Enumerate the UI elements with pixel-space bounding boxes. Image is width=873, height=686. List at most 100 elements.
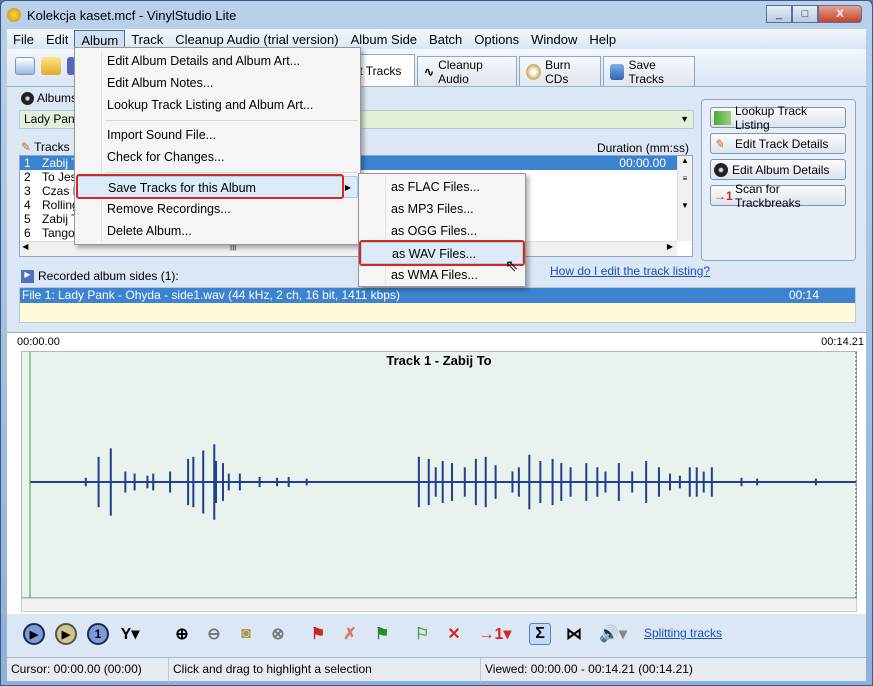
track-title: Zabij T — [42, 212, 79, 226]
tracks-label-text: Tracks — [34, 140, 70, 154]
menu-item-edit-album-details[interactable]: Edit Album Details and Album Art... — [77, 50, 358, 72]
play-track-icon[interactable]: 1 — [87, 623, 109, 645]
play-sides-icon: ▶ — [21, 269, 34, 283]
scan-trackbreaks-button[interactable]: →1 Scan for Trackbreaks — [710, 182, 846, 210]
menu-album-side[interactable]: Album Side — [345, 30, 423, 49]
menu-item-edit-album-notes[interactable]: Edit Album Notes... — [77, 72, 358, 94]
status-bar: Cursor: 00:00.00 (00:00) Click and drag … — [7, 657, 866, 682]
edit-track-details-button[interactable]: ✎ Edit Track Details — [710, 133, 846, 154]
close-button[interactable]: X — [818, 5, 862, 23]
track-number: 5 — [24, 212, 31, 226]
new-file-icon[interactable] — [15, 57, 35, 75]
highlight-box — [359, 240, 525, 266]
highlight-box — [76, 174, 344, 199]
save-submenu: as FLAC Files... as MP3 Files... as OGG … — [358, 173, 526, 287]
help-link[interactable]: How do I edit the track listing? — [550, 264, 710, 278]
trackbreaks-icon[interactable]: ⚑ — [371, 623, 393, 645]
zoom-out-icon[interactable]: ⊖ — [203, 623, 225, 645]
menu-item-remove-recordings[interactable]: Remove Recordings... — [77, 198, 358, 220]
track-number: 6 — [24, 226, 31, 240]
tab-label: lit Tracks — [354, 63, 402, 78]
zoom-in-icon[interactable]: ⊕ — [171, 623, 193, 645]
menu-options[interactable]: Options — [468, 30, 525, 49]
waveform-svg — [29, 352, 857, 599]
filter-icon[interactable]: Y▾ — [119, 623, 141, 645]
sides-label-text: Recorded album sides (1): — [38, 269, 179, 283]
side-duration: 00:14 — [788, 288, 819, 302]
menu-item-delete-album[interactable]: Delete Album... — [77, 220, 358, 242]
menu-window[interactable]: Window — [525, 30, 583, 49]
scan-trackbreaks-icon[interactable]: →1▾ — [477, 623, 513, 645]
menu-item-flac[interactable]: as FLAC Files... — [361, 176, 523, 198]
waveform-icon: ∿ — [424, 64, 435, 79]
disc-icon — [21, 91, 34, 105]
dropdown-arrow-icon[interactable]: ▼ — [680, 111, 689, 128]
album-menu: Edit Album Details and Album Art... Edit… — [74, 47, 361, 245]
remove-trackbreak-icon[interactable]: ✗ — [339, 623, 361, 645]
menu-item-lookup-track-listing[interactable]: Lookup Track Listing and Album Art... — [77, 94, 358, 116]
button-label: Lookup Track Listing — [734, 103, 808, 132]
sides-label: ▶ Recorded album sides (1): — [21, 269, 179, 283]
zoom-reset-icon[interactable]: ⊗ — [267, 623, 289, 645]
sigma-icon[interactable]: Σ — [529, 623, 551, 645]
menu-help[interactable]: Help — [583, 30, 622, 49]
menu-album[interactable]: Album — [74, 29, 126, 49]
menu-item-mp3[interactable]: as MP3 Files... — [361, 198, 523, 220]
track-title-label: Track 1 - Zabij To — [386, 353, 492, 368]
menu-edit[interactable]: Edit — [40, 30, 74, 49]
split-view-icon[interactable]: ⋈ — [563, 623, 585, 645]
start-time: 00:00.00 — [17, 336, 60, 348]
submenu-arrow-icon: ▶ — [344, 183, 351, 192]
menu-item-import-sound-file[interactable]: Import Sound File... — [77, 124, 358, 146]
pencil-icon: ✎ — [21, 140, 32, 154]
waveform-scrollbar[interactable] — [21, 598, 857, 612]
tab-burn-cds[interactable]: Burn CDs — [519, 56, 601, 86]
menu-item-check-for-changes[interactable]: Check for Changes... — [77, 146, 358, 168]
app-icon — [7, 8, 21, 22]
status-viewed: Viewed: 00:00.00 - 00:14.21 (00:14.21) — [485, 662, 693, 676]
maximize-button[interactable]: □ — [792, 5, 818, 23]
menu-item-wma[interactable]: as WMA Files... — [361, 264, 523, 286]
vertical-scrollbar[interactable]: ▲ ≡ ▼ — [677, 156, 692, 241]
button-label: Edit Track Details — [735, 136, 829, 151]
tab-label: Burn CDs — [545, 57, 571, 86]
menu-separator — [105, 120, 358, 121]
play-icon[interactable]: ▶ — [23, 623, 45, 645]
lookup-track-listing-button[interactable]: Lookup Track Listing — [710, 104, 846, 132]
status-cursor: Cursor: 00:00.00 (00:00) — [7, 658, 169, 682]
window-title: Kolekcja kaset.mcf - VinylStudio Lite — [27, 7, 237, 23]
tab-cleanup-audio[interactable]: ∿ Cleanup Audio — [417, 56, 517, 86]
menu-item-ogg[interactable]: as OGG Files... — [361, 220, 523, 242]
track-number: 3 — [24, 184, 31, 198]
zoom-selection-icon[interactable]: ◙ — [235, 623, 257, 645]
minimize-button[interactable]: _ — [766, 5, 792, 23]
save-tracks-icon — [610, 63, 625, 80]
menu-track[interactable]: Track — [125, 30, 169, 49]
track-number: 1 — [24, 156, 31, 170]
album-selected: Lady Pank — [24, 112, 81, 126]
tab-label: Cleanup Audio — [438, 57, 483, 86]
track-title: Zabij T — [42, 156, 79, 170]
add-trackbreak-icon[interactable]: ⚑ — [307, 623, 329, 645]
button-label: Scan for Trackbreaks — [735, 181, 801, 210]
edit-icon: ✎ — [714, 136, 725, 151]
open-folder-icon[interactable] — [41, 57, 61, 75]
album-sides-list[interactable]: File 1: Lady Pank - Ohyda - side1.wav (4… — [19, 287, 856, 323]
track-title: Tango — [42, 226, 75, 240]
cross-icon[interactable]: ✕ — [443, 623, 465, 645]
splitter[interactable] — [7, 325, 866, 333]
splitting-tracks-link[interactable]: Splitting tracks — [644, 626, 722, 640]
bottom-toolbar: ▶ ▶ 1 Y▾ ⊕ ⊖ ◙ ⊗ ⚑ ✗ ⚑ ⚐ ✕ →1▾ Σ ⋈ 🔊▾ Sp… — [7, 614, 866, 654]
menu-file[interactable]: File — [7, 30, 40, 49]
flag-icon[interactable]: ⚐ — [411, 623, 433, 645]
speaker-icon[interactable]: 🔊▾ — [595, 623, 631, 645]
menu-cleanup-audio[interactable]: Cleanup Audio (trial version) — [169, 30, 344, 49]
albums-label: Albums — [21, 91, 77, 105]
tab-save-tracks[interactable]: Save Tracks — [603, 56, 695, 86]
list-item[interactable]: File 1: Lady Pank - Ohyda - side1.wav (4… — [20, 288, 855, 303]
play-selection-icon[interactable]: ▶ — [55, 623, 77, 645]
edit-album-details-button[interactable]: Edit Album Details — [710, 159, 846, 180]
disc-icon — [714, 162, 728, 177]
menu-batch[interactable]: Batch — [423, 30, 468, 49]
waveform-view[interactable]: Track 1 - Zabij To — [21, 351, 857, 599]
